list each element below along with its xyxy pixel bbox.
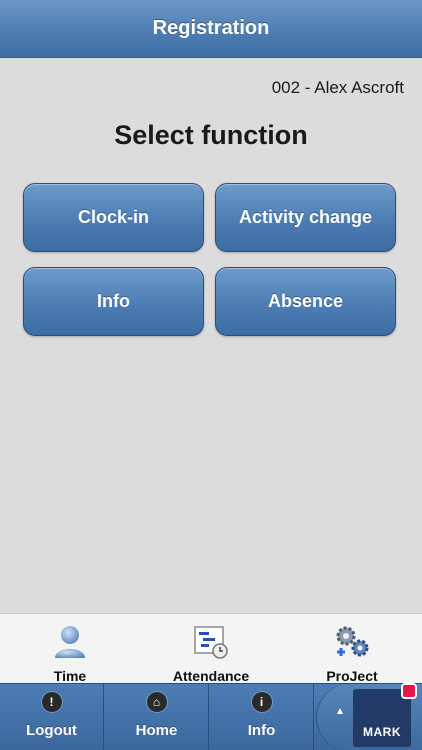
user-label: 002 - Alex Ascroft <box>271 78 404 97</box>
mark-logo[interactable]: MARK <box>353 683 417 747</box>
home-label: Home <box>135 722 178 739</box>
activity-change-button[interactable]: Activity change <box>215 183 396 252</box>
logout-label: Logout <box>26 722 77 739</box>
header-bar: Registration <box>0 0 422 58</box>
page-title: Registration <box>152 17 270 39</box>
tab-time-label: Time <box>53 668 87 684</box>
info-toolbar-button[interactable]: i Info <box>210 684 314 750</box>
warning-icon: ! <box>41 692 62 712</box>
info-icon: i <box>251 692 272 712</box>
tab-project[interactable]: ProJect <box>282 614 422 684</box>
tab-project-label: ProJect <box>326 668 378 684</box>
tab-attendance-label: Attendance <box>172 668 250 684</box>
chevron-up-icon: ▲ <box>335 706 345 717</box>
logout-button[interactable]: ! Logout <box>0 684 104 750</box>
section-title: Select function <box>114 120 308 150</box>
logo-text: MARK <box>363 725 401 739</box>
clock-in-button[interactable]: Clock-in <box>23 183 204 252</box>
tab-bar: Time Attendance ProJect <box>0 613 422 684</box>
person-icon <box>50 622 90 662</box>
logo-dot <box>401 683 417 699</box>
tab-time[interactable]: Time <box>0 614 140 684</box>
tab-attendance[interactable]: Attendance <box>141 614 281 684</box>
info-label: Info <box>247 722 276 739</box>
home-button[interactable]: ⌂ Home <box>105 684 209 750</box>
home-icon: ⌂ <box>146 692 167 712</box>
attendance-chart-icon <box>191 622 231 662</box>
info-button[interactable]: Info <box>23 267 204 336</box>
absence-button[interactable]: Absence <box>215 267 396 336</box>
gears-icon <box>332 622 372 662</box>
